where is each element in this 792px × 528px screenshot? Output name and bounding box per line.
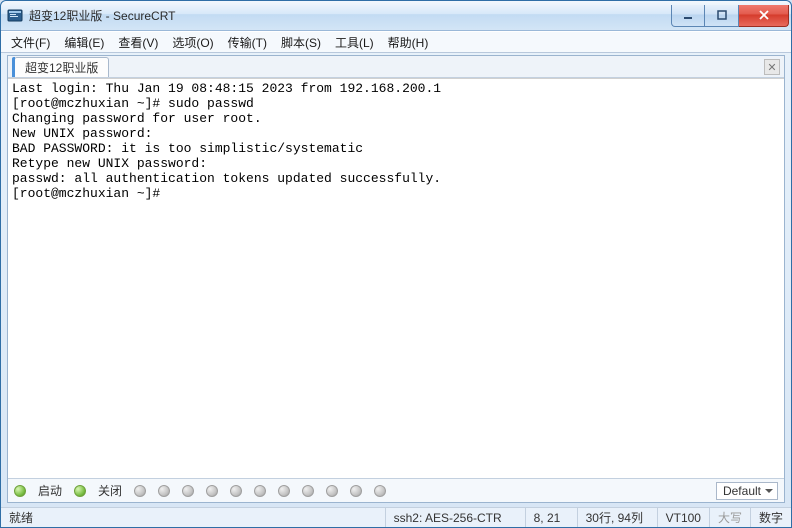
tab-active-indicator [12,57,15,77]
menu-file[interactable]: 文件(F) [11,34,50,51]
toolbar-dot-icon [350,485,362,497]
start-button[interactable]: 启动 [38,482,62,499]
status-terminal-type: VT100 [658,508,710,527]
keymap-combo[interactable]: Default [716,482,778,500]
keymap-combo-label: Default [723,484,761,498]
toolbar-dot-icon [374,485,386,497]
toolbar-dot-icon [230,485,242,497]
tab-close-all-button[interactable]: ✕ [764,59,780,75]
menu-help[interactable]: 帮助(H) [388,34,429,51]
app-window: 超变12职业版 - SecureCRT 文件(F) 编辑(E) 查看(V) 选项… [0,0,792,528]
status-connection: ssh2: AES-256-CTR [386,508,526,527]
menu-tools[interactable]: 工具(L) [335,34,374,51]
client-area: 超变12职业版 ✕ Last login: Thu Jan 19 08:48:1… [7,55,785,503]
maximize-button[interactable] [705,5,739,27]
session-tab[interactable]: 超变12职业版 [14,57,109,77]
toolbar-dot-icon [302,485,314,497]
toolbar-dot-icon [326,485,338,497]
window-title: 超变12职业版 - SecureCRT [29,7,671,24]
terminal-output[interactable]: Last login: Thu Jan 19 08:48:15 2023 fro… [8,78,784,478]
tab-strip: 超变12职业版 ✕ [8,56,784,78]
session-tab-label: 超变12职业版 [25,59,98,76]
status-dot-close-icon [74,485,86,497]
menu-script[interactable]: 脚本(S) [281,34,321,51]
status-bar: 就绪 ssh2: AES-256-CTR 8, 21 30行, 94列 VT10… [1,507,791,527]
status-screen-size: 30行, 94列 [578,508,658,527]
menu-transfer[interactable]: 传输(T) [228,34,267,51]
status-num: 数字 [751,508,791,527]
minimize-button[interactable] [671,5,705,27]
toolbar-dot-icon [206,485,218,497]
toolbar-dot-icon [182,485,194,497]
toolbar-dot-icon [254,485,266,497]
close-session-button[interactable]: 关闭 [98,482,122,499]
toolbar-dot-icon [278,485,290,497]
securecrt-icon [7,8,23,24]
menu-edit[interactable]: 编辑(E) [64,34,104,51]
session-toolbar: 启动 关闭 Default [8,478,784,502]
status-dot-start-icon [14,485,26,497]
toolbar-dot-icon [158,485,170,497]
close-x-icon: ✕ [767,61,776,74]
close-button[interactable] [739,5,789,27]
status-cursor-pos: 8, 21 [526,508,578,527]
status-state: 就绪 [1,508,386,527]
menu-options[interactable]: 选项(O) [172,34,213,51]
window-controls [671,5,789,27]
title-bar[interactable]: 超变12职业版 - SecureCRT [1,1,791,31]
menu-bar: 文件(F) 编辑(E) 查看(V) 选项(O) 传输(T) 脚本(S) 工具(L… [1,31,791,53]
menu-view[interactable]: 查看(V) [118,34,158,51]
status-caps: 大写 [710,508,751,527]
toolbar-dot-icon [134,485,146,497]
